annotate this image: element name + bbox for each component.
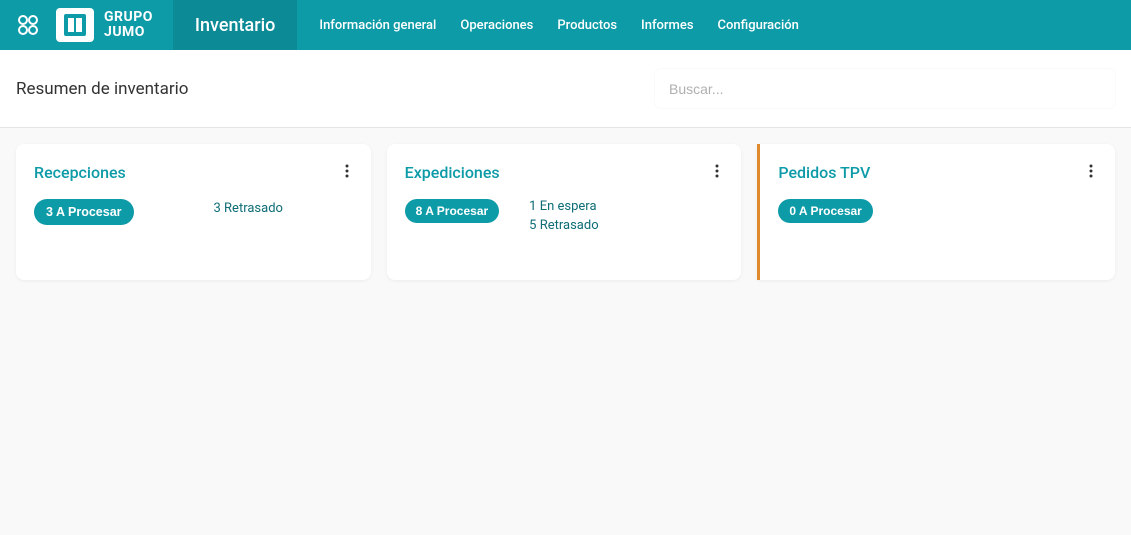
menu-item-config[interactable]: Configuración [718,18,799,33]
card-title[interactable]: Expediciones [405,163,500,182]
menu-item-reports[interactable]: Informes [641,18,693,33]
status-lines: 3 Retrasado [214,201,283,225]
process-button[interactable]: 0 A Procesar [778,199,873,223]
card-expediciones: Expediciones 8 A Procesar 1 En espera 5 … [387,144,742,280]
status-lines: 1 En espera 5 Retrasado [529,199,598,233]
search-input[interactable] [669,81,1101,97]
brand-name: GRUPO JUMO [104,10,153,41]
brand-logo[interactable] [56,8,94,42]
card-row: Recepciones 3 A Procesar 3 Retrasado Exp… [0,128,1131,296]
search-wrap [655,69,1115,108]
status-line[interactable]: 3 Retrasado [214,201,283,216]
page-title: Resumen de inventario [16,79,188,99]
brand-line2: JUMO [104,25,153,40]
apps-icon[interactable] [16,13,40,37]
main-menu: Información general Operaciones Producto… [297,18,799,33]
card-pedidos-tpv: Pedidos TPV 0 A Procesar [757,144,1115,280]
process-button[interactable]: 8 A Procesar [405,199,500,223]
kebab-icon[interactable] [341,160,353,185]
status-line[interactable]: 5 Retrasado [529,218,598,233]
card-recepciones: Recepciones 3 A Procesar 3 Retrasado [16,144,371,280]
subheader: Resumen de inventario [0,50,1131,128]
card-title[interactable]: Recepciones [34,163,126,182]
process-button[interactable]: 3 A Procesar [34,199,134,225]
card-title[interactable]: Pedidos TPV [778,163,870,182]
menu-item-products[interactable]: Productos [557,18,617,33]
menu-item-overview[interactable]: Información general [319,18,436,33]
app-name[interactable]: Inventario [173,0,297,50]
kebab-icon[interactable] [711,160,723,185]
menu-item-operations[interactable]: Operaciones [460,18,533,33]
brand-line1: GRUPO [104,10,153,25]
kebab-icon[interactable] [1085,160,1097,185]
top-nav: GRUPO JUMO Inventario Información genera… [0,0,1131,50]
status-line[interactable]: 1 En espera [529,199,598,214]
